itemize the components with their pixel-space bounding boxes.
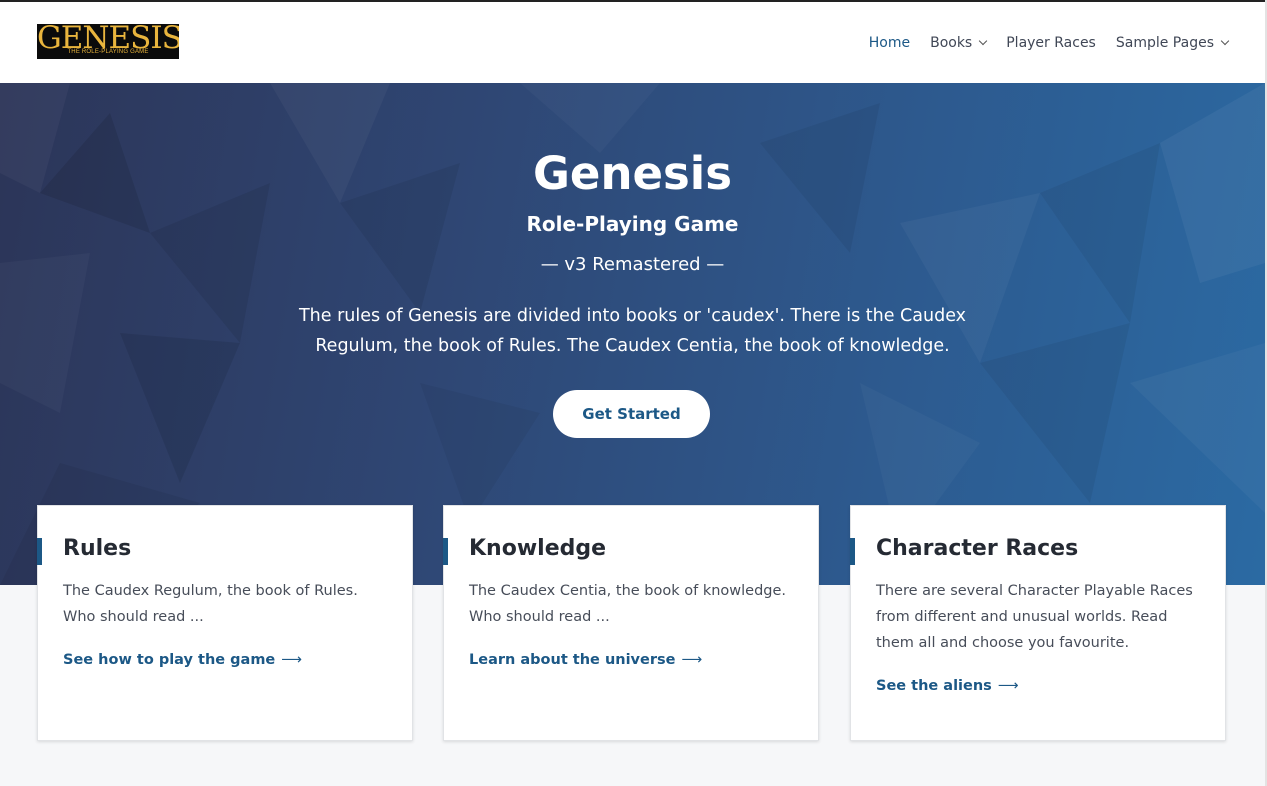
card-accent-bar xyxy=(850,538,855,565)
chevron-down-icon xyxy=(1220,36,1230,46)
nav-item-label: Sample Pages xyxy=(1115,34,1214,51)
nav-item-label: Books xyxy=(930,34,973,51)
arrow-right-icon: ⟶ xyxy=(681,652,703,668)
hero-title: Genesis xyxy=(532,147,732,200)
card-text: There are several Character Playable Rac… xyxy=(876,583,1193,651)
hero-version: — v3 Remastered — xyxy=(540,254,725,275)
card-accent-bar xyxy=(37,538,42,565)
card-title: Rules xyxy=(63,536,132,561)
card-character-races: Character Races There are several Charac… xyxy=(850,505,1226,741)
card-link-label: See how to play the game xyxy=(63,652,276,668)
card-link-label: Learn about the universe xyxy=(469,652,676,668)
main-nav: Home Books Player Races Sample Pages xyxy=(849,2,1230,83)
card-title: Knowledge xyxy=(469,536,607,561)
card-link-knowledge[interactable]: Learn about the universe ⟶ xyxy=(469,652,702,668)
nav-item-home[interactable]: Home xyxy=(869,35,910,51)
card-link-character-races[interactable]: See the aliens ⟶ xyxy=(876,678,1019,694)
site-header: GENESIS THE ROLE-PLAYING GAME Home Books… xyxy=(0,2,1265,83)
logo-tagline: THE ROLE-PLAYING GAME xyxy=(67,49,149,55)
nav-item-label: Home xyxy=(868,34,911,51)
nav-item-label: Player Races xyxy=(1006,34,1096,51)
card-text: The Caudex Regulum, the book of Rules. W… xyxy=(63,583,358,625)
arrow-right-icon: ⟶ xyxy=(997,678,1019,694)
card-link-rules[interactable]: See how to play the game ⟶ xyxy=(63,652,302,668)
arrow-right-icon: ⟶ xyxy=(281,652,303,668)
get-started-button[interactable]: Get Started xyxy=(553,390,710,438)
hero-description: The rules of Genesis are divided into bo… xyxy=(298,306,967,356)
card-link-label: See the aliens xyxy=(876,678,992,694)
card-accent-bar xyxy=(443,538,448,565)
nav-item-sample-pages[interactable]: Sample Pages xyxy=(1115,34,1230,51)
hero-subtitle: Role-Playing Game xyxy=(526,212,739,236)
site-logo[interactable]: GENESIS THE ROLE-PLAYING GAME xyxy=(37,24,179,59)
chevron-down-icon xyxy=(978,36,988,46)
card-title: Character Races xyxy=(876,536,1079,561)
card-text: The Caudex Centia, the book of knowledge… xyxy=(469,583,787,625)
card-knowledge: Knowledge The Caudex Centia, the book of… xyxy=(443,505,819,741)
card-rules: Rules The Caudex Regulum, the book of Ru… xyxy=(37,505,413,741)
nav-item-player-races[interactable]: Player Races xyxy=(1006,35,1096,51)
nav-item-books[interactable]: Books xyxy=(930,34,988,51)
